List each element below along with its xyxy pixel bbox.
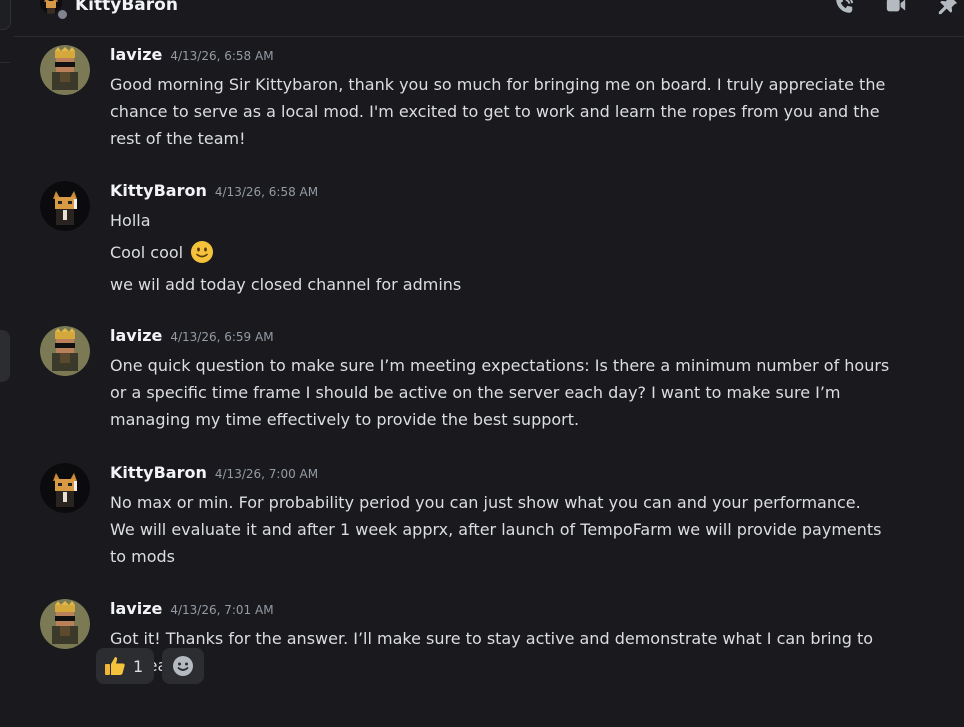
message-line: rest of the team! — [110, 129, 246, 148]
sidebar-scroll-handle[interactable] — [0, 330, 10, 382]
username[interactable]: KittyBaron — [110, 463, 207, 482]
dm-chat-window: KittyBaron lavize 4/13/26, 6:58 AM Good … — [0, 0, 964, 727]
message-meta: lavize 4/13/26, 6:59 AM — [110, 326, 274, 345]
user-avatar[interactable] — [40, 45, 90, 95]
message-line-with-emoji: Cool cool — [110, 239, 930, 266]
message-line: or a specific time frame I should be act… — [110, 383, 841, 402]
voice-call-icon[interactable] — [832, 0, 856, 16]
timestamp: 4/13/26, 6:58 AM — [214, 185, 319, 199]
message-line: We will evaluate it and after 1 week app… — [110, 520, 882, 539]
username[interactable]: lavize — [110, 326, 162, 345]
message-line: No max or min. For probability period yo… — [110, 493, 861, 512]
reaction-count: 1 — [133, 656, 144, 676]
divider — [0, 62, 10, 63]
slightly-smiling-face-icon — [191, 241, 214, 263]
timestamp: 4/13/26, 7:00 AM — [214, 467, 319, 481]
left-sidebar-edge — [0, 0, 11, 727]
message-content: Got it! Thanks for the answer. I’ll make… — [110, 625, 930, 679]
page-title: KittyBaron — [75, 0, 178, 15]
add-reaction-button[interactable] — [162, 648, 205, 684]
message-line: Got it! Thanks for the answer. I’ll make… — [110, 629, 874, 648]
message-line: to mods — [110, 547, 176, 566]
video-call-icon[interactable] — [884, 0, 908, 16]
message-content: One quick question to make sure I’m meet… — [110, 352, 930, 433]
user-avatar[interactable] — [40, 463, 90, 513]
user-avatar[interactable] — [40, 181, 90, 231]
sidebar-edge-element[interactable] — [0, 0, 11, 30]
timestamp: 4/13/26, 7:01 AM — [170, 603, 274, 617]
message-line: we wil add today closed channel for admi… — [110, 275, 462, 294]
username[interactable]: lavize — [110, 45, 162, 64]
thumbs-up-icon — [105, 657, 125, 675]
message-line: Holla — [110, 211, 151, 230]
add-reaction-icon — [173, 656, 194, 676]
message-meta: lavize 4/13/26, 6:58 AM — [110, 45, 274, 64]
message-line: managing my time effectively to provide … — [110, 410, 580, 429]
user-avatar[interactable] — [40, 326, 90, 376]
username[interactable]: KittyBaron — [110, 181, 207, 200]
message-content: Good morning Sir Kittybaron, thank you s… — [110, 71, 930, 152]
message-line: Cool cool — [110, 243, 184, 262]
message-list[interactable]: lavize 4/13/26, 6:58 AM Good morning Sir … — [14, 37, 964, 727]
timestamp: 4/13/26, 6:58 AM — [170, 49, 274, 63]
pinned-messages-icon[interactable] — [936, 0, 960, 16]
user-avatar[interactable] — [40, 599, 90, 649]
reaction-bar: 1 — [96, 648, 205, 684]
message-line: Good morning Sir Kittybaron, thank you s… — [110, 75, 886, 94]
offline-status-icon — [56, 8, 69, 21]
message-line: the team. — [110, 652, 930, 679]
message-line: One quick question to make sure I’m meet… — [110, 356, 890, 375]
message-content: No max or min. For probability period yo… — [110, 489, 930, 570]
username[interactable]: lavize — [110, 599, 162, 618]
reaction-thumbs-up[interactable]: 1 — [96, 648, 155, 684]
message-meta: KittyBaron 4/13/26, 7:00 AM — [110, 463, 318, 482]
message-content: Holla Cool cool we wil add today closed … — [110, 207, 930, 298]
timestamp: 4/13/26, 6:59 AM — [170, 330, 274, 344]
message-line: chance to serve as a local mod. I'm exci… — [110, 102, 880, 121]
message-meta: lavize 4/13/26, 7:01 AM — [110, 599, 274, 618]
message-meta: KittyBaron 4/13/26, 6:58 AM — [110, 181, 318, 200]
channel-header: KittyBaron — [14, 0, 964, 37]
header-toolbar — [832, 0, 960, 16]
